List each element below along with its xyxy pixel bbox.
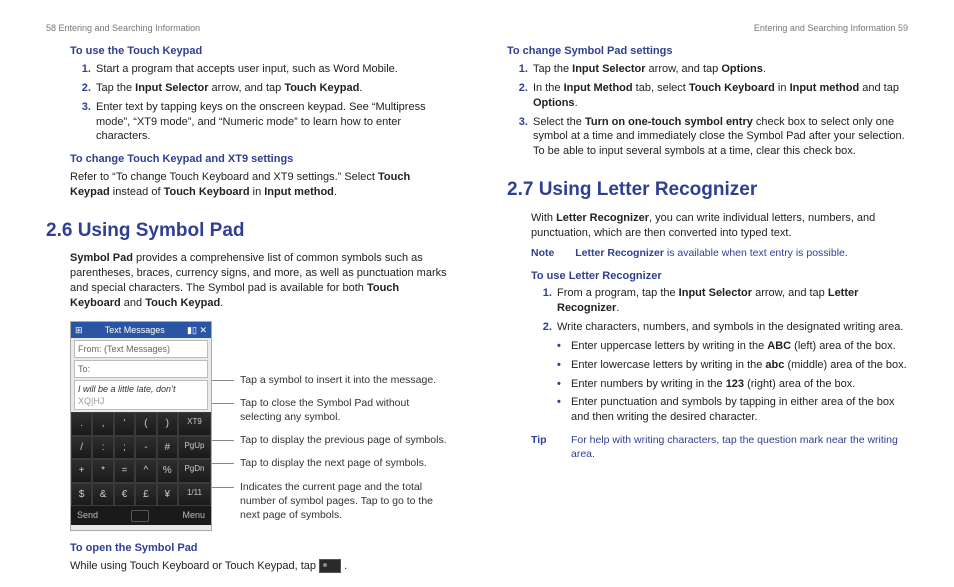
bullet: Enter lowercase letters by writing in th… <box>557 358 908 373</box>
softkey-menu[interactable]: Menu <box>182 509 205 521</box>
callout: Tap to display the previous page of symb… <box>226 433 447 447</box>
callout: Indicates the current page and the total… <box>226 480 447 523</box>
steps-use-touch-keypad: Start a program that accepts user input,… <box>94 62 447 144</box>
key-pgup[interactable]: PgUp <box>178 436 211 460</box>
key-pgdn[interactable]: PgDn <box>178 459 211 483</box>
note-label: Note <box>531 247 554 259</box>
key[interactable]: + <box>71 459 92 483</box>
key[interactable]: - <box>135 436 156 460</box>
tip-label: Tip <box>531 433 571 461</box>
key[interactable]: £ <box>135 483 156 507</box>
step: In the Input Method tab, select Touch Ke… <box>531 81 908 111</box>
tip: Tip For help with writing characters, ta… <box>531 433 908 461</box>
phone-titlebar: ⊞ Text Messages ▮▯ ✕ <box>71 322 211 338</box>
step: From a program, tap the Input Selector a… <box>555 286 908 316</box>
key[interactable]: : <box>92 436 113 460</box>
step: Tap the Input Selector arrow, and tap Op… <box>531 62 908 77</box>
sym-key-icon <box>319 559 341 573</box>
callout: Tap a symbol to insert it into the messa… <box>226 373 447 387</box>
note: Note Letter Recognizer is available when… <box>507 246 908 260</box>
steps-use-letter-recognizer: From a program, tap the Input Selector a… <box>555 286 908 425</box>
bullet: Enter uppercase letters by writing in th… <box>557 339 908 354</box>
phone-mock: ⊞ Text Messages ▮▯ ✕ From: (Text Message… <box>70 321 212 531</box>
symbol-pad-keys: . , ' ( ) XT9 / : ; - # PgUp + * <box>71 412 211 506</box>
key[interactable]: ; <box>114 436 135 460</box>
key[interactable]: # <box>157 436 178 460</box>
key[interactable]: ¥ <box>157 483 178 507</box>
subhead-use-letter-recognizer: To use Letter Recognizer <box>531 269 908 284</box>
paragraph: With Letter Recognizer, you can write in… <box>507 211 908 241</box>
paragraph: Symbol Pad provides a comprehensive list… <box>70 251 447 310</box>
subhead-change-touch-keypad: To change Touch Keypad and XT9 settings <box>70 152 447 167</box>
softkey-send[interactable]: Send <box>77 509 98 521</box>
callout: Tap to close the Symbol Pad without sele… <box>226 396 447 424</box>
key[interactable]: ( <box>135 412 156 436</box>
callouts: Tap a symbol to insert it into the messa… <box>226 321 447 531</box>
paragraph: Refer to “To change Touch Keyboard and X… <box>70 170 447 200</box>
key[interactable]: = <box>114 459 135 483</box>
section-2-7-title: 2.7 Using Letter Recognizer <box>507 177 908 203</box>
running-head-right: Entering and Searching Information 59 <box>507 22 908 34</box>
step: Write characters, numbers, and symbols i… <box>555 320 908 425</box>
running-head-left: 58 Entering and Searching Information <box>46 22 447 34</box>
window-icon: ⊞ <box>75 324 83 336</box>
key[interactable]: , <box>92 412 113 436</box>
key[interactable]: / <box>71 436 92 460</box>
step: Enter text by tapping keys on the onscre… <box>94 100 447 145</box>
paragraph: While using Touch Keyboard or Touch Keyp… <box>70 559 447 574</box>
key-pagecount[interactable]: 1/11 <box>178 483 211 507</box>
to-field: To: <box>74 360 208 378</box>
sip-icon[interactable] <box>131 510 149 522</box>
step: Tap the Input Selector arrow, and tap To… <box>94 81 447 96</box>
bullet: Enter punctuation and symbols by tapping… <box>557 395 908 425</box>
symbol-pad-figure: ⊞ Text Messages ▮▯ ✕ From: (Text Message… <box>70 321 447 531</box>
key[interactable]: * <box>92 459 113 483</box>
steps-change-symbol-pad: Tap the Input Selector arrow, and tap Op… <box>531 62 908 159</box>
bullet: Enter numbers by writing in the 123 (rig… <box>557 377 908 392</box>
key[interactable]: & <box>92 483 113 507</box>
key[interactable]: ' <box>114 412 135 436</box>
subhead-open-symbol-pad: To open the Symbol Pad <box>70 541 447 556</box>
key[interactable]: ^ <box>135 459 156 483</box>
key[interactable]: $ <box>71 483 92 507</box>
page-58: 58 Entering and Searching Information To… <box>0 0 477 587</box>
page-59: Entering and Searching Information 59 To… <box>477 0 954 587</box>
step: Start a program that accepts user input,… <box>94 62 447 77</box>
key[interactable]: € <box>114 483 135 507</box>
softkey-bar: Send Menu <box>71 506 211 524</box>
key[interactable]: . <box>71 412 92 436</box>
key-mode[interactable]: XT9 <box>178 412 211 436</box>
subhead-use-touch-keypad: To use the Touch Keypad <box>70 44 447 59</box>
step: Select the Turn on one-touch symbol entr… <box>531 115 908 160</box>
section-2-6-title: 2.6 Using Symbol Pad <box>46 218 447 244</box>
key[interactable]: % <box>157 459 178 483</box>
key[interactable]: ) <box>157 412 178 436</box>
subhead-change-symbol-pad: To change Symbol Pad settings <box>507 44 908 59</box>
callout: Tap to display the next page of symbols. <box>226 456 447 470</box>
signal-icon: ▮▯ ✕ <box>187 324 207 336</box>
from-field: From: (Text Messages) <box>74 340 208 358</box>
message-body: I will be a little late, don’t XQ|HJ <box>74 380 208 410</box>
